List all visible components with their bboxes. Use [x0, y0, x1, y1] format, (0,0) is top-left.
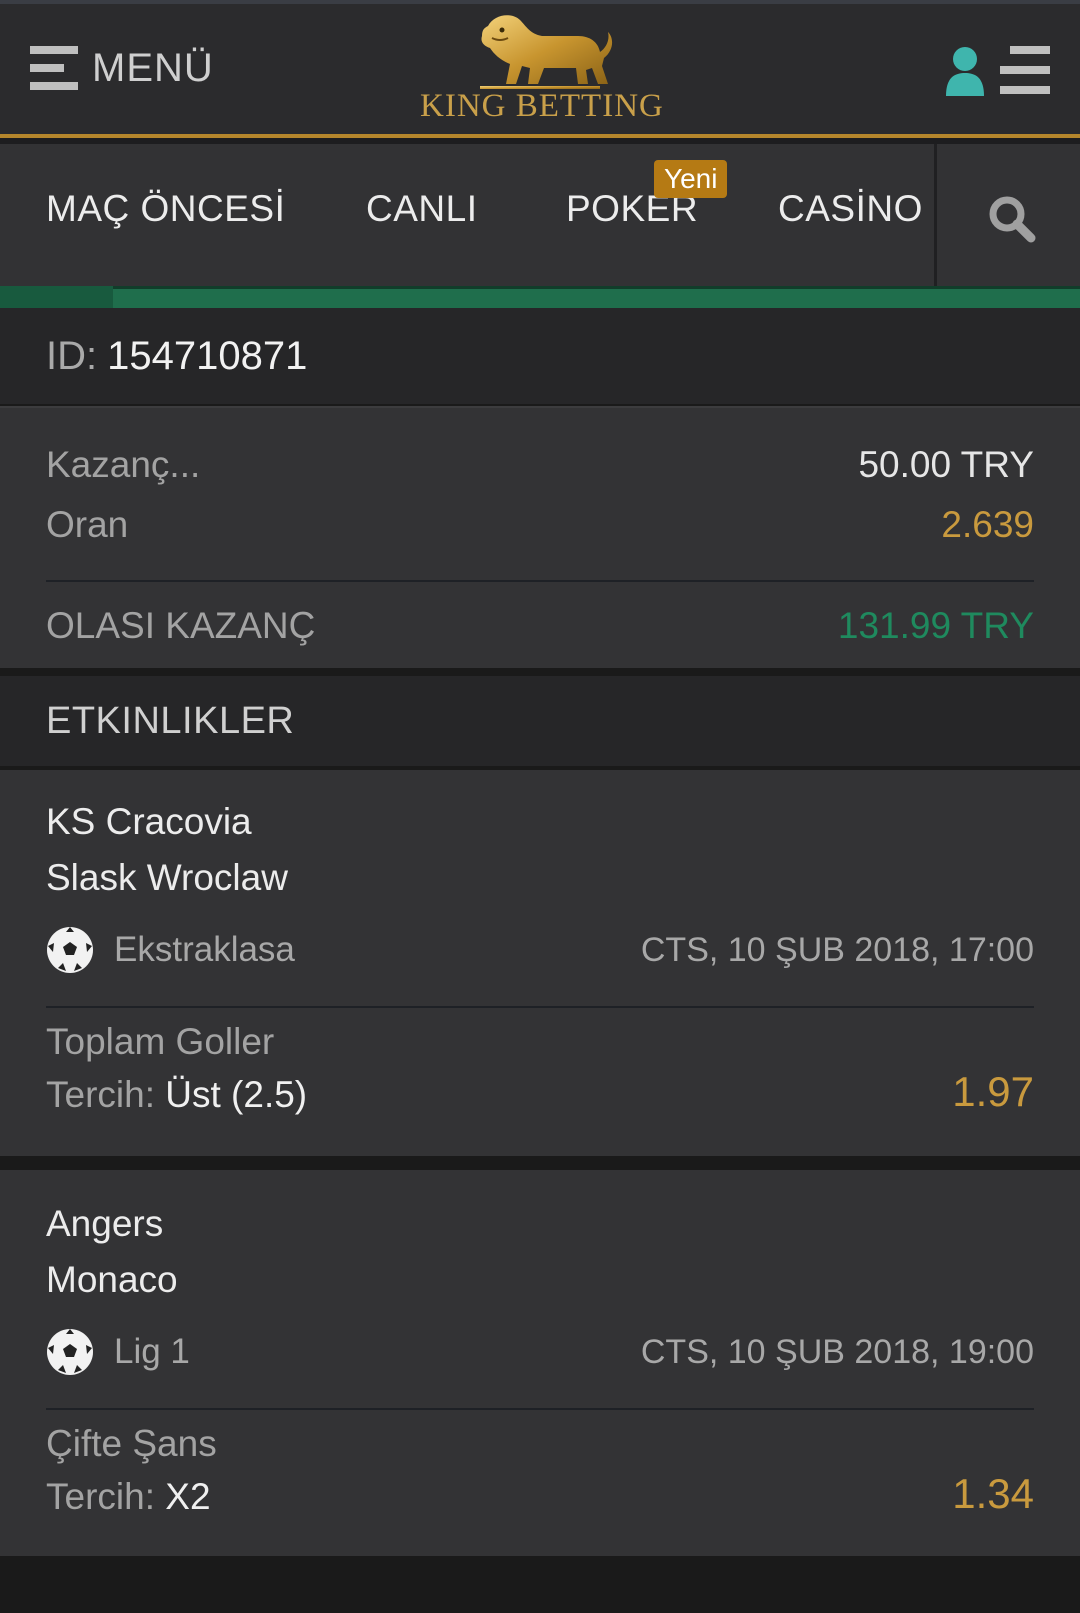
league-name: Ekstraklasa: [114, 930, 295, 969]
market-name: Toplam Goller: [46, 1021, 275, 1062]
potential-value: 131.99 TRY: [837, 605, 1034, 646]
nav-prematch[interactable]: MAÇ ÖNCESİ: [46, 188, 285, 230]
home-team: Angers: [46, 1203, 164, 1244]
main-nav: MAÇ ÖNCESİ CANLI POKER Yeni CASİNO: [0, 138, 1080, 286]
search-button[interactable]: [934, 144, 1080, 286]
progress-bar: [0, 286, 1080, 308]
events-header: ETKINLIKLER: [0, 676, 1080, 770]
stake-label: Kazanç...: [46, 444, 201, 485]
nav-live[interactable]: CANLI: [366, 188, 477, 230]
away-team: Monaco: [46, 1259, 178, 1300]
bet-id-bar: ID: 154710871: [0, 308, 1080, 406]
event-date: CTS, 10 ŞUB 2018, 19:00: [640, 1332, 1034, 1371]
new-badge: Yeni: [654, 160, 728, 198]
king-betting-logo[interactable]: KING BETTING: [420, 8, 664, 134]
away-team: Slask Wroclaw: [46, 857, 288, 898]
pick-odd: 1.97: [952, 1068, 1034, 1115]
menu-button[interactable]: MENÜ: [30, 44, 214, 92]
soccer-ball-icon: [47, 927, 93, 973]
pick-value: X2: [165, 1476, 211, 1517]
event-card: Angers Monaco Lig 1 CTS, 10 ŞUB 2018, 19…: [0, 1170, 1080, 1556]
nav-casino[interactable]: CASİNO: [778, 188, 923, 230]
top-bar: MENÜ KING BETTING: [0, 0, 1080, 138]
market-name: Çifte Şans: [46, 1423, 217, 1464]
odds-label: Oran: [46, 504, 129, 545]
logo-text: KING BETTING: [420, 88, 664, 124]
bet-summary: Kazanç... 50.00 TRY Oran 2.639 OLASI KAZ…: [0, 406, 1080, 668]
event-card: KS Cracovia Slask Wroclaw Ekstraklasa CT…: [0, 770, 1080, 1156]
home-team: KS Cracovia: [46, 801, 252, 842]
pick-label: Tercih:: [46, 1074, 155, 1115]
betslip-menu-icon[interactable]: [1000, 46, 1050, 94]
menu-label: MENÜ: [92, 45, 214, 90]
soccer-ball-icon: [47, 1329, 93, 1375]
progress-fill: [0, 286, 113, 308]
potential-label: OLASI KAZANÇ: [46, 605, 316, 646]
pick-value: Üst (2.5): [165, 1074, 308, 1115]
top-edge: [0, 0, 1080, 4]
event-date: CTS, 10 ŞUB 2018, 17:00: [640, 930, 1034, 969]
odds-value: 2.639: [941, 504, 1034, 545]
user-icon[interactable]: [944, 46, 986, 96]
pick-odd: 1.34: [952, 1470, 1034, 1517]
stake-value: 50.00 TRY: [858, 444, 1034, 485]
bet-id-label: ID:: [46, 333, 98, 378]
pick-label: Tercih:: [46, 1476, 155, 1517]
bet-id-value: 154710871: [107, 333, 308, 378]
lion-icon: [480, 15, 613, 89]
hamburger-icon: [30, 44, 78, 92]
league-name: Lig 1: [114, 1332, 190, 1371]
search-icon: [989, 196, 1036, 243]
